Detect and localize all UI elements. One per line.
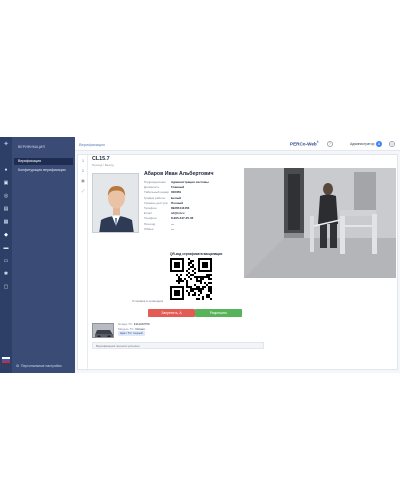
user-name[interactable]: Администратор <box>350 142 374 146</box>
tab-2[interactable]: 2 <box>80 168 86 174</box>
panel-icon[interactable]: ▢ <box>3 284 9 290</box>
settings-icon[interactable]: ✱ <box>3 271 9 277</box>
vehicle-plate: К111АМ750 <box>133 322 150 326</box>
sidebar-title: ВЕРИФИКАЦИЯ <box>18 145 45 149</box>
logout-icon[interactable]: ⏻ <box>389 141 395 147</box>
building-icon[interactable]: ▣ <box>3 180 9 186</box>
sidebar: ВЕРИФИКАЦИЯ Верификация Конфигурация вер… <box>12 137 75 373</box>
brand-logo: PERCo-Web® <box>290 141 319 147</box>
camera-feed <box>244 168 396 278</box>
logo-icon: ✦ <box>3 141 9 148</box>
employee-photo <box>92 173 139 233</box>
deny-button[interactable]: Запретить, А <box>148 309 195 317</box>
qr-code <box>170 258 212 300</box>
vehicle-tag: Цвет ТС: Серый <box>118 331 145 336</box>
employee-fields: Подразделение Администрация системы Должн… <box>144 180 244 232</box>
device-subtitle: Проход / Выход <box>92 163 114 167</box>
verification-card: 1 2 ▦ ⤢ CL15.7 Проход / Выход Абаров Ива… <box>77 154 398 371</box>
personal-settings-link[interactable]: ⚙ Персональные настройки <box>16 364 62 368</box>
device-title: CL15.7 <box>92 156 110 162</box>
allow-button[interactable]: Разрешить <box>195 309 242 317</box>
car-icon[interactable]: ▬ <box>3 245 9 251</box>
calendar-icon[interactable]: ▦ <box>3 219 9 225</box>
vehicle-photo <box>92 323 114 338</box>
top-header: Верификация PERCo-Web® ? Администратор А… <box>75 137 400 151</box>
user-avatar[interactable]: А <box>376 141 382 147</box>
sidebar-item-verification[interactable]: Верификация <box>14 158 73 165</box>
users-icon[interactable]: ● <box>3 167 9 173</box>
card-label: Отправка в проводник <box>132 299 164 303</box>
personal-settings-label: Персональные настройки <box>21 364 62 368</box>
messages-icon[interactable]: ▭ <box>3 258 9 264</box>
qr-title: QR-код сертификата вакцинации <box>170 252 223 256</box>
app-window: ✦ ● ▣ ◎ ▤ ▦ ◆ ▬ ▭ ✱ ▢ ВЕРИФИКАЦИЯ Верифи… <box>0 137 400 373</box>
search-icon[interactable]: ◎ <box>3 193 9 199</box>
help-icon[interactable]: ? <box>327 141 333 147</box>
document-icon[interactable]: ▤ <box>3 206 9 212</box>
field-row: Обмен — <box>144 226 174 231</box>
grid-icon[interactable]: ▦ <box>80 178 86 184</box>
vehicle-info: Номер ТС: К111АМ750 Модель ТС: Citroen Ц… <box>118 322 150 336</box>
language-flag-icon[interactable] <box>2 357 10 363</box>
gear-icon: ⚙ <box>16 364 20 368</box>
verification-note: Верификация прошла успешно <box>92 342 264 349</box>
sidebar-item-verification-config[interactable]: Конфигурация верификации <box>14 167 73 174</box>
tab-1[interactable]: 1 <box>80 158 86 164</box>
device-tabs: 1 2 ▦ ⤢ <box>78 155 88 371</box>
expand-icon[interactable]: ⤢ <box>80 188 86 194</box>
vehicle-model: Citroen <box>135 326 145 331</box>
employee-name: Абаров Иван Альбертович <box>144 171 214 177</box>
icon-rail: ✦ ● ▣ ◎ ▤ ▦ ◆ ▬ ▭ ✱ ▢ <box>0 137 12 373</box>
breadcrumb: Верификация <box>79 142 105 147</box>
person-verify-icon[interactable]: ◆ <box>3 232 9 238</box>
